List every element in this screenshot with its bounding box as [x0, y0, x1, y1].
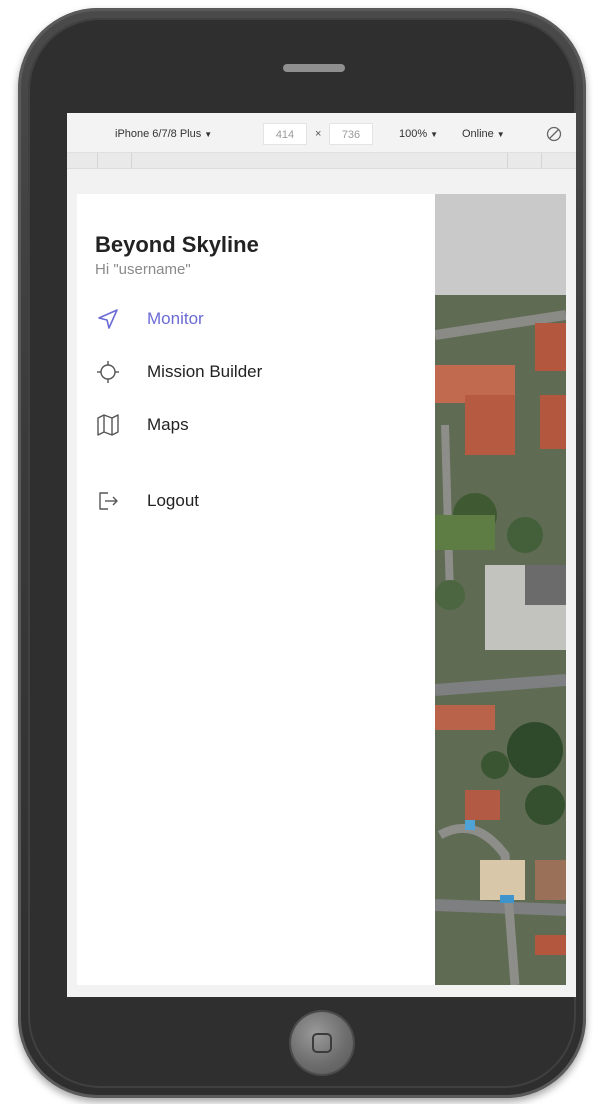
ruler-segment	[131, 153, 132, 169]
nav-item-maps[interactable]: Maps	[95, 410, 415, 440]
device-selector[interactable]: iPhone 6/7/8 Plus ▼	[115, 128, 212, 140]
media-query-ruler	[67, 153, 576, 169]
device-screen: iPhone 6/7/8 Plus ▼ 414 × 736 100% ▼ Onlin…	[67, 113, 576, 997]
home-button[interactable]	[291, 1012, 353, 1074]
ruler-segment	[97, 153, 98, 169]
nav-label-mission-builder: Mission Builder	[147, 362, 263, 381]
home-button-square	[312, 1033, 332, 1053]
nav-label-maps: Maps	[147, 415, 189, 434]
zoom-selector[interactable]: 100% ▼	[399, 128, 438, 140]
nav-label-monitor: Monitor	[147, 309, 204, 328]
navigation-arrow-icon	[98, 309, 118, 329]
rotate-icon[interactable]	[545, 125, 563, 143]
network-throttle-selector[interactable]: Online ▼	[462, 128, 505, 140]
devtools-toolbar: iPhone 6/7/8 Plus ▼ 414 × 736 100% ▼ Onlin…	[67, 113, 576, 153]
dimension-separator: ×	[315, 128, 322, 140]
user-greeting: Hi "username"	[95, 261, 191, 278]
nav-item-mission-builder[interactable]: Mission Builder	[95, 357, 415, 387]
satellite-map-image	[435, 295, 566, 985]
crosshair-icon	[97, 361, 119, 383]
logout-icon	[99, 492, 118, 510]
nav-item-monitor[interactable]: Monitor	[95, 304, 415, 334]
viewport-height-field[interactable]: 736	[329, 123, 373, 145]
nav-item-logout[interactable]: Logout	[95, 486, 415, 516]
speaker-grille	[283, 64, 345, 72]
nav-label-logout: Logout	[147, 491, 199, 510]
map-icon	[97, 414, 119, 436]
navigation-drawer: Beyond Skyline Hi "username" Monitor Mis…	[77, 194, 435, 985]
ruler-segment	[507, 153, 508, 169]
ruler-segment	[541, 153, 542, 169]
app-viewport: Beyond Skyline Hi "username" Monitor Mis…	[77, 194, 566, 985]
viewport-width-field[interactable]: 414	[263, 123, 307, 145]
app-title: Beyond Skyline	[95, 232, 259, 257]
map-background	[435, 194, 566, 985]
